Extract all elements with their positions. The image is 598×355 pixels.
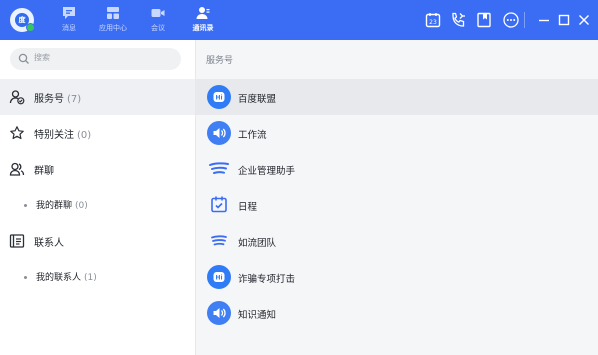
list-item[interactable]: Hi 诈骗专项打击 (196, 259, 598, 295)
list-item-label: 百度联盟 (238, 94, 277, 105)
svg-text:Hi: Hi (215, 275, 222, 282)
section-title: 服务号 (206, 56, 234, 66)
tab-app-center[interactable]: 应用中心 (93, 5, 133, 37)
list-item-label: 知识通知 (238, 310, 277, 321)
avatar[interactable]: 度 (10, 8, 35, 32)
tab-contacts-label: 通讯录 (192, 24, 214, 32)
tab-meeting[interactable]: 会议 (138, 5, 178, 37)
tab-meeting-label: 会议 (151, 24, 165, 32)
list-item-label: 日程 (238, 202, 258, 213)
phone-icon[interactable] (449, 11, 467, 29)
stream-lines-icon (207, 229, 231, 253)
list-item[interactable]: 知识通知 (196, 295, 598, 331)
minimize-icon[interactable] (535, 11, 553, 29)
hi-logo-icon: Hi (207, 85, 231, 109)
search-input[interactable]: 搜索 (10, 48, 181, 70)
sidebar-item-count: (7) (67, 94, 82, 105)
list-item[interactable]: 工作流 (196, 115, 598, 151)
list-item-label: 诈骗专项打击 (238, 274, 296, 285)
tab-app-center-label: 应用中心 (99, 24, 127, 32)
sidebar-item-label: 联系人 (34, 238, 64, 249)
sidebar-item-label: 特别关注 (34, 130, 74, 141)
search-placeholder: 搜索 (34, 53, 50, 62)
tab-contacts[interactable]: 通讯录 (183, 5, 223, 37)
service-account-icon (9, 90, 25, 105)
sidebar-item-contacts[interactable]: 联系人 (0, 223, 195, 259)
top-bar: 度 消息 应用中心 会议 通讯录 23 (0, 0, 598, 40)
tab-messages-label: 消息 (62, 24, 76, 32)
bullet-dot (24, 276, 27, 279)
sidebar-item-count: (0) (75, 201, 88, 211)
sidebar-item-label: 我的联系人 (36, 273, 82, 283)
sidebar-item-label: 群聊 (34, 166, 54, 177)
sidebar-item-service-accounts[interactable]: 服务号 (7) (0, 79, 195, 115)
service-account-list: 服务号 Hi 百度联盟 工作流 企业管理助手 日程 如流团队 Hi 诈骗专项打击… (196, 40, 598, 355)
list-item[interactable]: 日程 (196, 187, 598, 223)
app-window: 度 消息 应用中心 会议 通讯录 23 搜索 服务号 (7) 特别关注 (0) … (0, 0, 598, 355)
list-item-label: 如流团队 (238, 238, 277, 249)
sidebar-item-count: (1) (84, 273, 97, 283)
calendar-icon[interactable]: 23 (424, 11, 442, 29)
bullet-dot (24, 204, 27, 207)
bookmark-icon[interactable] (475, 11, 493, 29)
list-item[interactable]: Hi 百度联盟 (196, 79, 598, 115)
video-camera-icon (151, 9, 165, 17)
maximize-icon[interactable] (555, 11, 573, 29)
tab-messages[interactable]: 消息 (49, 5, 89, 37)
app-center-icon (107, 7, 119, 19)
more-icon[interactable] (502, 11, 520, 29)
speaker-icon (207, 301, 231, 325)
contacts-sidebar: 搜索 服务号 (7) 特别关注 (0) 群聊 我的群聊 (0) 联系人 我的联系人 (1… (0, 40, 196, 355)
address-book-icon (9, 234, 25, 248)
speaker-icon (207, 121, 231, 145)
sidebar-item-group-chats[interactable]: 群聊 (0, 151, 195, 187)
sidebar-item-special-follow[interactable]: 特别关注 (0) (0, 115, 195, 151)
list-item-label: 工作流 (238, 130, 267, 141)
sidebar-item-count: (0) (77, 130, 92, 141)
star-icon (10, 126, 24, 140)
calendar-check-icon (207, 193, 231, 217)
list-item-label: 企业管理助手 (238, 166, 296, 177)
search-icon (18, 53, 29, 64)
stream-lines-icon (207, 157, 231, 181)
sidebar-item-label: 服务号 (34, 94, 64, 105)
contacts-icon (196, 7, 210, 19)
toolbar-divider (524, 12, 525, 28)
sidebar-item-my-contacts[interactable]: 我的联系人 (1) (0, 259, 195, 295)
sidebar-item-my-groups[interactable]: 我的群聊 (0) (0, 187, 195, 223)
sidebar-item-label: 我的群聊 (36, 201, 73, 211)
message-icon (63, 7, 75, 19)
svg-text:Hi: Hi (215, 95, 222, 102)
close-icon[interactable] (575, 11, 593, 29)
group-chat-icon (9, 162, 25, 176)
svg-text:23: 23 (429, 19, 437, 26)
list-item[interactable]: 企业管理助手 (196, 151, 598, 187)
list-item[interactable]: 如流团队 (196, 223, 598, 259)
hi-logo-icon: Hi (207, 265, 231, 289)
online-status-dot (26, 23, 35, 32)
